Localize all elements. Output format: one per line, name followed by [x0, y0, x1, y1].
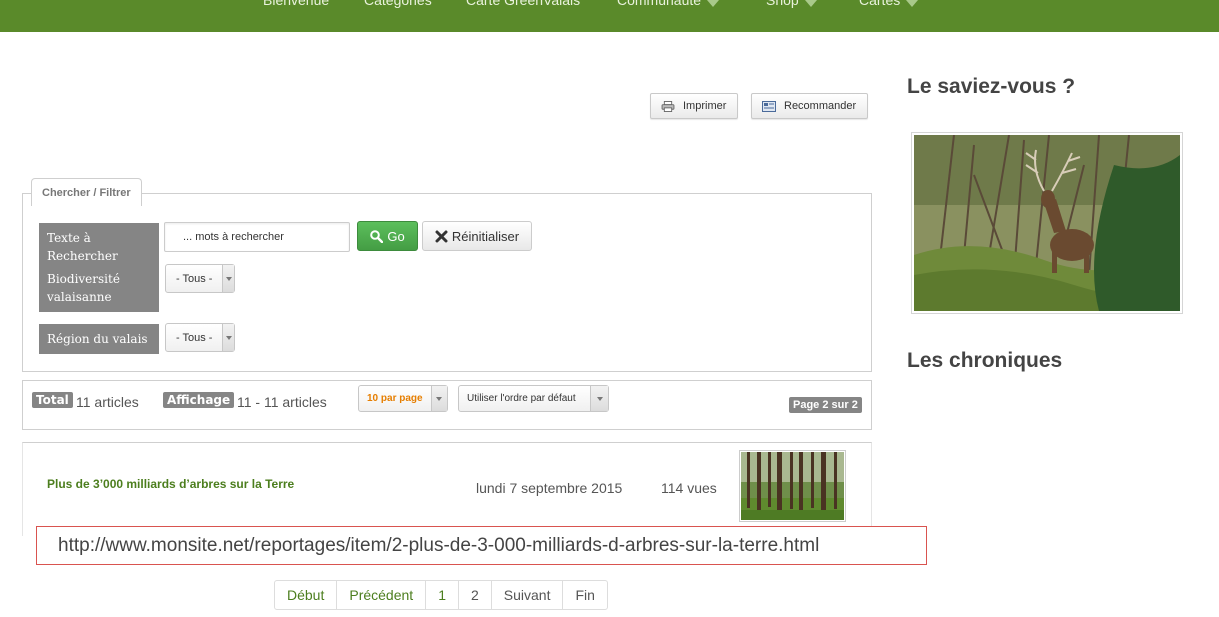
biodiversity-select-value: - Tous -	[176, 272, 213, 285]
nav-item-cartes[interactable]: Cartes	[859, 0, 919, 8]
nav-item-categories[interactable]: Catégories	[364, 0, 432, 8]
filter-legend: Chercher / Filtrer	[31, 178, 142, 206]
chevron-down-icon	[430, 386, 447, 411]
display-badge: Affichage	[163, 392, 235, 408]
search-icon	[370, 229, 384, 243]
deer-photo[interactable]	[911, 132, 1183, 314]
search-input[interactable]	[164, 222, 350, 252]
deer-image	[914, 134, 1180, 312]
email-icon	[762, 100, 776, 112]
pagination-last[interactable]: Fin	[563, 581, 606, 609]
article-title-link[interactable]: Plus de 3’000 milliards d’arbres sur la …	[47, 477, 294, 491]
total-count: 11 articles	[76, 394, 139, 410]
close-icon	[435, 230, 448, 242]
chevron-down-icon	[590, 386, 608, 411]
chevron-down-icon	[707, 0, 720, 7]
region-select-value: - Tous -	[176, 331, 213, 344]
go-label: Go	[387, 228, 405, 244]
total-badge: Total	[32, 392, 73, 408]
sidebar-heading-chronicles: Les chroniques	[907, 349, 1063, 372]
nav-item-label: Carte GreenValais	[466, 0, 581, 8]
chevron-down-icon	[906, 0, 919, 7]
recommend-label: Recommander	[784, 100, 857, 112]
sidebar-heading-did-you-know: Le saviez-vous ?	[907, 75, 1076, 98]
pagination-previous[interactable]: Précédent	[337, 581, 427, 609]
pagination-next[interactable]: Suivant	[492, 581, 564, 609]
printer-icon	[661, 100, 675, 112]
pagination-page-2-current: 2	[459, 581, 492, 609]
nav-item-bienvenue[interactable]: Bienvenue	[263, 0, 329, 8]
top-navigation-bar: Bienvenue Catégories Carte GreenValais C…	[0, 0, 1219, 32]
order-value: Utiliser l'ordre par défaut	[467, 393, 576, 404]
pagination-first[interactable]: Début	[275, 581, 338, 609]
nav-item-label: Bienvenue	[263, 0, 330, 8]
chevron-down-icon	[804, 0, 817, 7]
page-info-badge: Page 2 sur 2	[789, 397, 862, 413]
chevron-down-icon	[222, 265, 234, 292]
nav-item-communaute[interactable]: Communauté	[617, 0, 720, 8]
display-range: 11 - 11 articles	[237, 394, 327, 410]
go-button[interactable]: Go	[357, 221, 418, 251]
nav-item-label: Cartes	[859, 0, 901, 8]
nav-item-label: Communauté	[617, 0, 702, 8]
biodiversity-label: Biodiversité valaisanne	[39, 264, 159, 312]
print-label: Imprimer	[683, 100, 727, 112]
order-select[interactable]: Utiliser l'ordre par défaut	[458, 385, 609, 412]
nav-item-label: Catégories	[364, 0, 432, 8]
article-views: 114 vues	[661, 480, 717, 496]
nav-item-label: Shop	[766, 0, 799, 8]
article-thumbnail[interactable]	[739, 450, 846, 522]
per-page-select[interactable]: 10 par page	[358, 385, 448, 412]
pagination: Début Précédent 1 2 Suivant Fin	[274, 580, 608, 610]
nav-item-shop[interactable]: Shop	[766, 0, 817, 8]
forest-image	[741, 452, 844, 520]
region-label: Région du valais	[39, 324, 159, 354]
nav-item-carte-greenvalais[interactable]: Carte GreenValais	[466, 0, 580, 8]
reset-button[interactable]: Réinitialiser	[422, 221, 532, 251]
article-date: lundi 7 septembre 2015	[476, 480, 623, 496]
print-button[interactable]: Imprimer	[650, 93, 738, 119]
per-page-value: 10 par page	[367, 393, 423, 404]
url-status-box: http://www.monsite.net/reportages/item/2…	[36, 526, 927, 565]
recommend-button[interactable]: Recommander	[751, 93, 868, 119]
reset-label: Réinitialiser	[451, 228, 520, 244]
region-select[interactable]: - Tous -	[165, 323, 235, 352]
pagination-page-1[interactable]: 1	[426, 581, 459, 609]
biodiversity-select[interactable]: - Tous -	[165, 264, 235, 293]
chevron-down-icon	[222, 324, 234, 351]
